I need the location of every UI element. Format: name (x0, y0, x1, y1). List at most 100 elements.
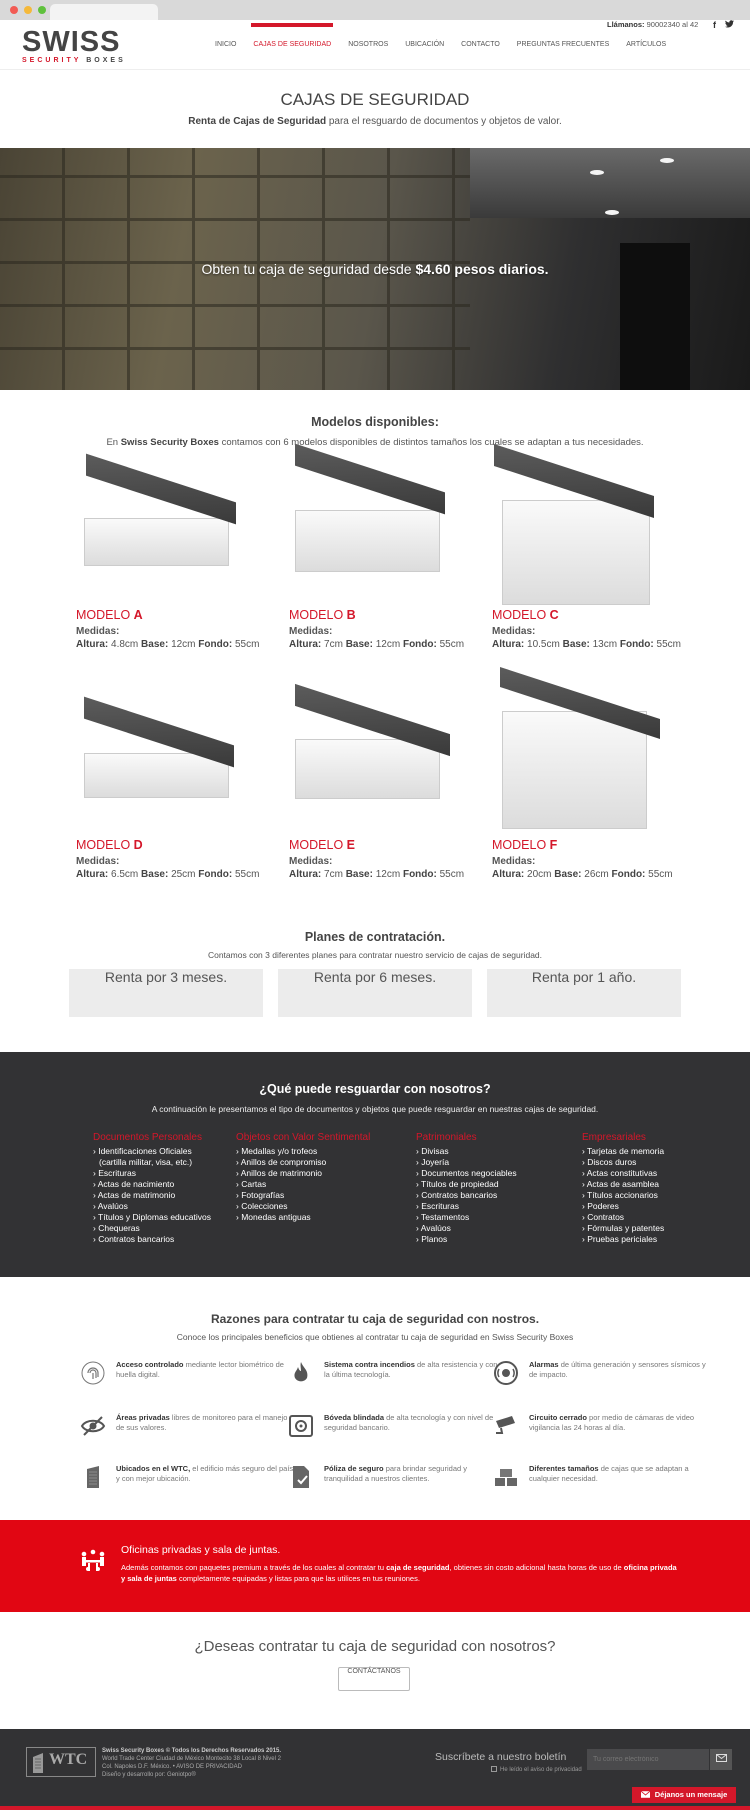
footer-info: Swiss Security Boxes © Todos los Derecho… (102, 1747, 281, 1779)
reason-text: Alarmas de última generación y sensores … (529, 1360, 709, 1380)
storage-list-item: Títulos accionarios (582, 1190, 664, 1201)
dim-label-altura: Altura: (492, 869, 525, 880)
model-name: MODELO C (492, 608, 681, 622)
dim-value-base: 12cm (171, 639, 196, 650)
nav-contacto[interactable]: CONTACTO (461, 20, 500, 70)
browser-tab[interactable] (50, 4, 158, 20)
reason-bold: Diferentes tamaños (529, 1464, 599, 1473)
storage-list-item: Fotografías (236, 1190, 370, 1201)
hero-text-price: $4.60 pesos diarios. (415, 261, 549, 277)
plans-subtitle: Contamos con 3 diferentes planes para co… (207, 950, 543, 960)
leave-message-button[interactable]: Déjanos un mensaje (632, 1787, 736, 1803)
logo[interactable]: SWISS SECURITY BOXES (22, 28, 126, 65)
plan-6-months-button[interactable]: Renta por 6 meses. (278, 969, 472, 1017)
call-us: Llámanos: 90002340 al 42 (607, 20, 698, 29)
model-name: MODELO E (289, 838, 464, 852)
storage-list-item: Contratos bancarios (93, 1234, 211, 1245)
dim-label-fondo: Fondo: (611, 869, 646, 880)
logo-main: SWISS (22, 26, 121, 58)
dim-label-base: Base: (345, 639, 373, 650)
eye-slash-icon (80, 1416, 106, 1436)
box-body (295, 510, 440, 572)
measures-label: Medidas: (289, 626, 333, 637)
wtc-logo[interactable]: WTC (26, 1747, 96, 1777)
storage-list-item: Colecciones (236, 1201, 370, 1212)
reason-text: Diferentes tamaños de cajas que se adapt… (529, 1464, 709, 1484)
nav-preguntas-frecuentes[interactable]: PREGUNTAS FRECUENTES (517, 20, 609, 70)
address-line-2[interactable]: Col. Napoles D.F. México. • AVISO DE PRI… (102, 1763, 281, 1771)
model-name: MODELO F (492, 838, 673, 852)
model-name-prefix: MODELO (289, 838, 347, 852)
plans-title: Planes de contratación. (304, 930, 446, 944)
models-sub-pre: En (106, 437, 121, 448)
site-header: SWISS SECURITY BOXES INICIO CAJAS DE SEG… (0, 20, 750, 70)
offices-text-2: , obtienes sin costo adicional hasta hor… (449, 1563, 624, 1572)
fingerprint-icon (81, 1361, 105, 1385)
fire-icon (294, 1362, 308, 1382)
model-name-prefix: MODELO (492, 838, 550, 852)
storage-list-item: Divisas (416, 1146, 517, 1157)
newsletter-submit-button[interactable] (710, 1749, 732, 1770)
nav-nosotros[interactable]: NOSOTROS (348, 20, 388, 70)
logo-sub-red: SECURITY (22, 57, 82, 64)
bottom-accent-bar (0, 1806, 750, 1810)
storage-column: Documentos Personales Identificaciones Of… (93, 1132, 211, 1245)
dim-label-altura: Altura: (76, 639, 109, 650)
box-body (502, 500, 650, 605)
storage-list-item: Actas de nacimiento (93, 1179, 211, 1190)
measures-label: Medidas: (289, 856, 333, 867)
reason-bold: Acceso controlado (116, 1360, 184, 1369)
storage-column-title: Empresariales (582, 1132, 646, 1143)
model-dimensions: Altura: 6.5cm Base: 25cm Fondo: 55cm (76, 869, 259, 880)
newsletter-email-input[interactable] (587, 1749, 709, 1770)
offices-text-3: completamente equipadas y listas para qu… (176, 1574, 420, 1583)
newsletter-title: Suscríbete a nuestro boletín (435, 1751, 567, 1763)
twitter-icon[interactable] (724, 20, 734, 30)
measures-label: Medidas: (492, 856, 536, 867)
reason-bold: Ubicados en el WTC, (116, 1464, 191, 1473)
model-box-image (76, 673, 256, 813)
dim-label-fondo: Fondo: (198, 639, 233, 650)
nav-cajas-de-seguridad[interactable]: CAJAS DE SEGURIDAD (251, 20, 333, 70)
checkbox-icon[interactable] (491, 1766, 497, 1772)
storage-list-item: Fórmulas y patentes (582, 1223, 664, 1234)
call-number[interactable]: 90002340 al 42 (647, 20, 699, 29)
dim-value-altura: 4.8cm (111, 639, 139, 650)
contact-button[interactable]: CONTÁCTANOS (338, 1667, 410, 1691)
close-window-icon[interactable] (10, 6, 18, 14)
subtitle-bold: Renta de Cajas de Seguridad (188, 116, 327, 127)
social-links: f (707, 20, 734, 30)
storage-list-item: Actas de asamblea (582, 1179, 664, 1190)
ceiling-light (590, 170, 604, 175)
minimize-window-icon[interactable] (24, 6, 32, 14)
credit[interactable]: Diseño y desarrollo por: Geniotpo® (102, 1771, 281, 1779)
plan-3-months-button[interactable]: Renta por 3 meses. (69, 969, 263, 1017)
reason-text: Áreas privadas libres de monitoreo para … (116, 1413, 296, 1433)
plan-1-year-button[interactable]: Renta por 1 año. (487, 969, 681, 1017)
model-name: MODELO D (76, 838, 259, 852)
dim-label-altura: Altura: (289, 639, 322, 650)
storage-column-title: Objetos con Valor Sentimental (236, 1132, 371, 1143)
hero-text: Obten tu caja de seguridad desde $4.60 p… (0, 261, 750, 277)
vault-icon (289, 1415, 313, 1437)
dim-label-altura: Altura: (289, 869, 322, 880)
storage-column: Patrimoniales DivisasJoyeríaDocumentos ne… (416, 1132, 517, 1245)
storage-list-item: Tarjetas de memoria (582, 1146, 664, 1157)
dim-label-altura: Altura: (76, 869, 109, 880)
nav-inicio[interactable]: INICIO (215, 20, 236, 70)
model-dimensions: Altura: 4.8cm Base: 12cm Fondo: 55cm (76, 639, 259, 650)
logo-sub-rest: BOXES (86, 57, 126, 64)
dim-value-fondo: 55cm (648, 869, 673, 880)
reasons-subtitle: Conoce los principales beneficios que ob… (176, 1332, 574, 1342)
facebook-icon[interactable]: f (713, 20, 716, 30)
nav-ubicacion[interactable]: UBICACIÓN (405, 20, 444, 70)
subtitle-rest: para el resguardo de documentos y objeto… (326, 116, 562, 127)
maximize-window-icon[interactable] (38, 6, 46, 14)
reason-text: Ubicados en el WTC, el edificio más segu… (116, 1464, 296, 1484)
model-dimensions: Altura: 7cm Base: 12cm Fondo: 55cm (289, 869, 464, 880)
privacy-checkbox[interactable]: He leído el aviso de privacidad (491, 1766, 582, 1773)
storage-list-item: Anillos de matrimonio (236, 1168, 370, 1179)
cta-title: ¿Deseas contratar tu caja de seguridad c… (194, 1638, 556, 1655)
box-body (295, 739, 440, 799)
model-info: MODELO B Medidas: Altura: 7cm Base: 12cm F… (289, 608, 464, 650)
